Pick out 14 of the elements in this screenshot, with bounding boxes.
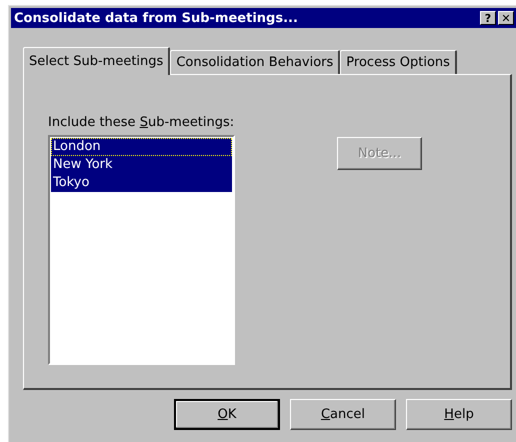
window-title: Consolidate data from Sub-meetings... (14, 10, 298, 26)
help-button[interactable]: ? (480, 11, 496, 25)
sub-meetings-list[interactable]: London New York Tokyo (48, 135, 235, 365)
close-button[interactable]: ✕ (498, 11, 514, 25)
dialog-button[interactable]: Cancel (290, 399, 396, 430)
tab[interactable]: Consolidation Behaviors (170, 50, 340, 74)
dialog-button[interactable]: Help (406, 399, 512, 430)
tab[interactable]: Process Options (340, 50, 457, 74)
dialog-button[interactable]: OK (174, 399, 280, 430)
list-item[interactable]: New York (51, 156, 232, 174)
tab[interactable]: Select Sub-meetings (23, 47, 170, 75)
list-item[interactable]: London (51, 138, 232, 156)
list-item[interactable]: Tokyo (51, 174, 232, 192)
list-label: Include these Sub-meetings: (48, 115, 235, 130)
